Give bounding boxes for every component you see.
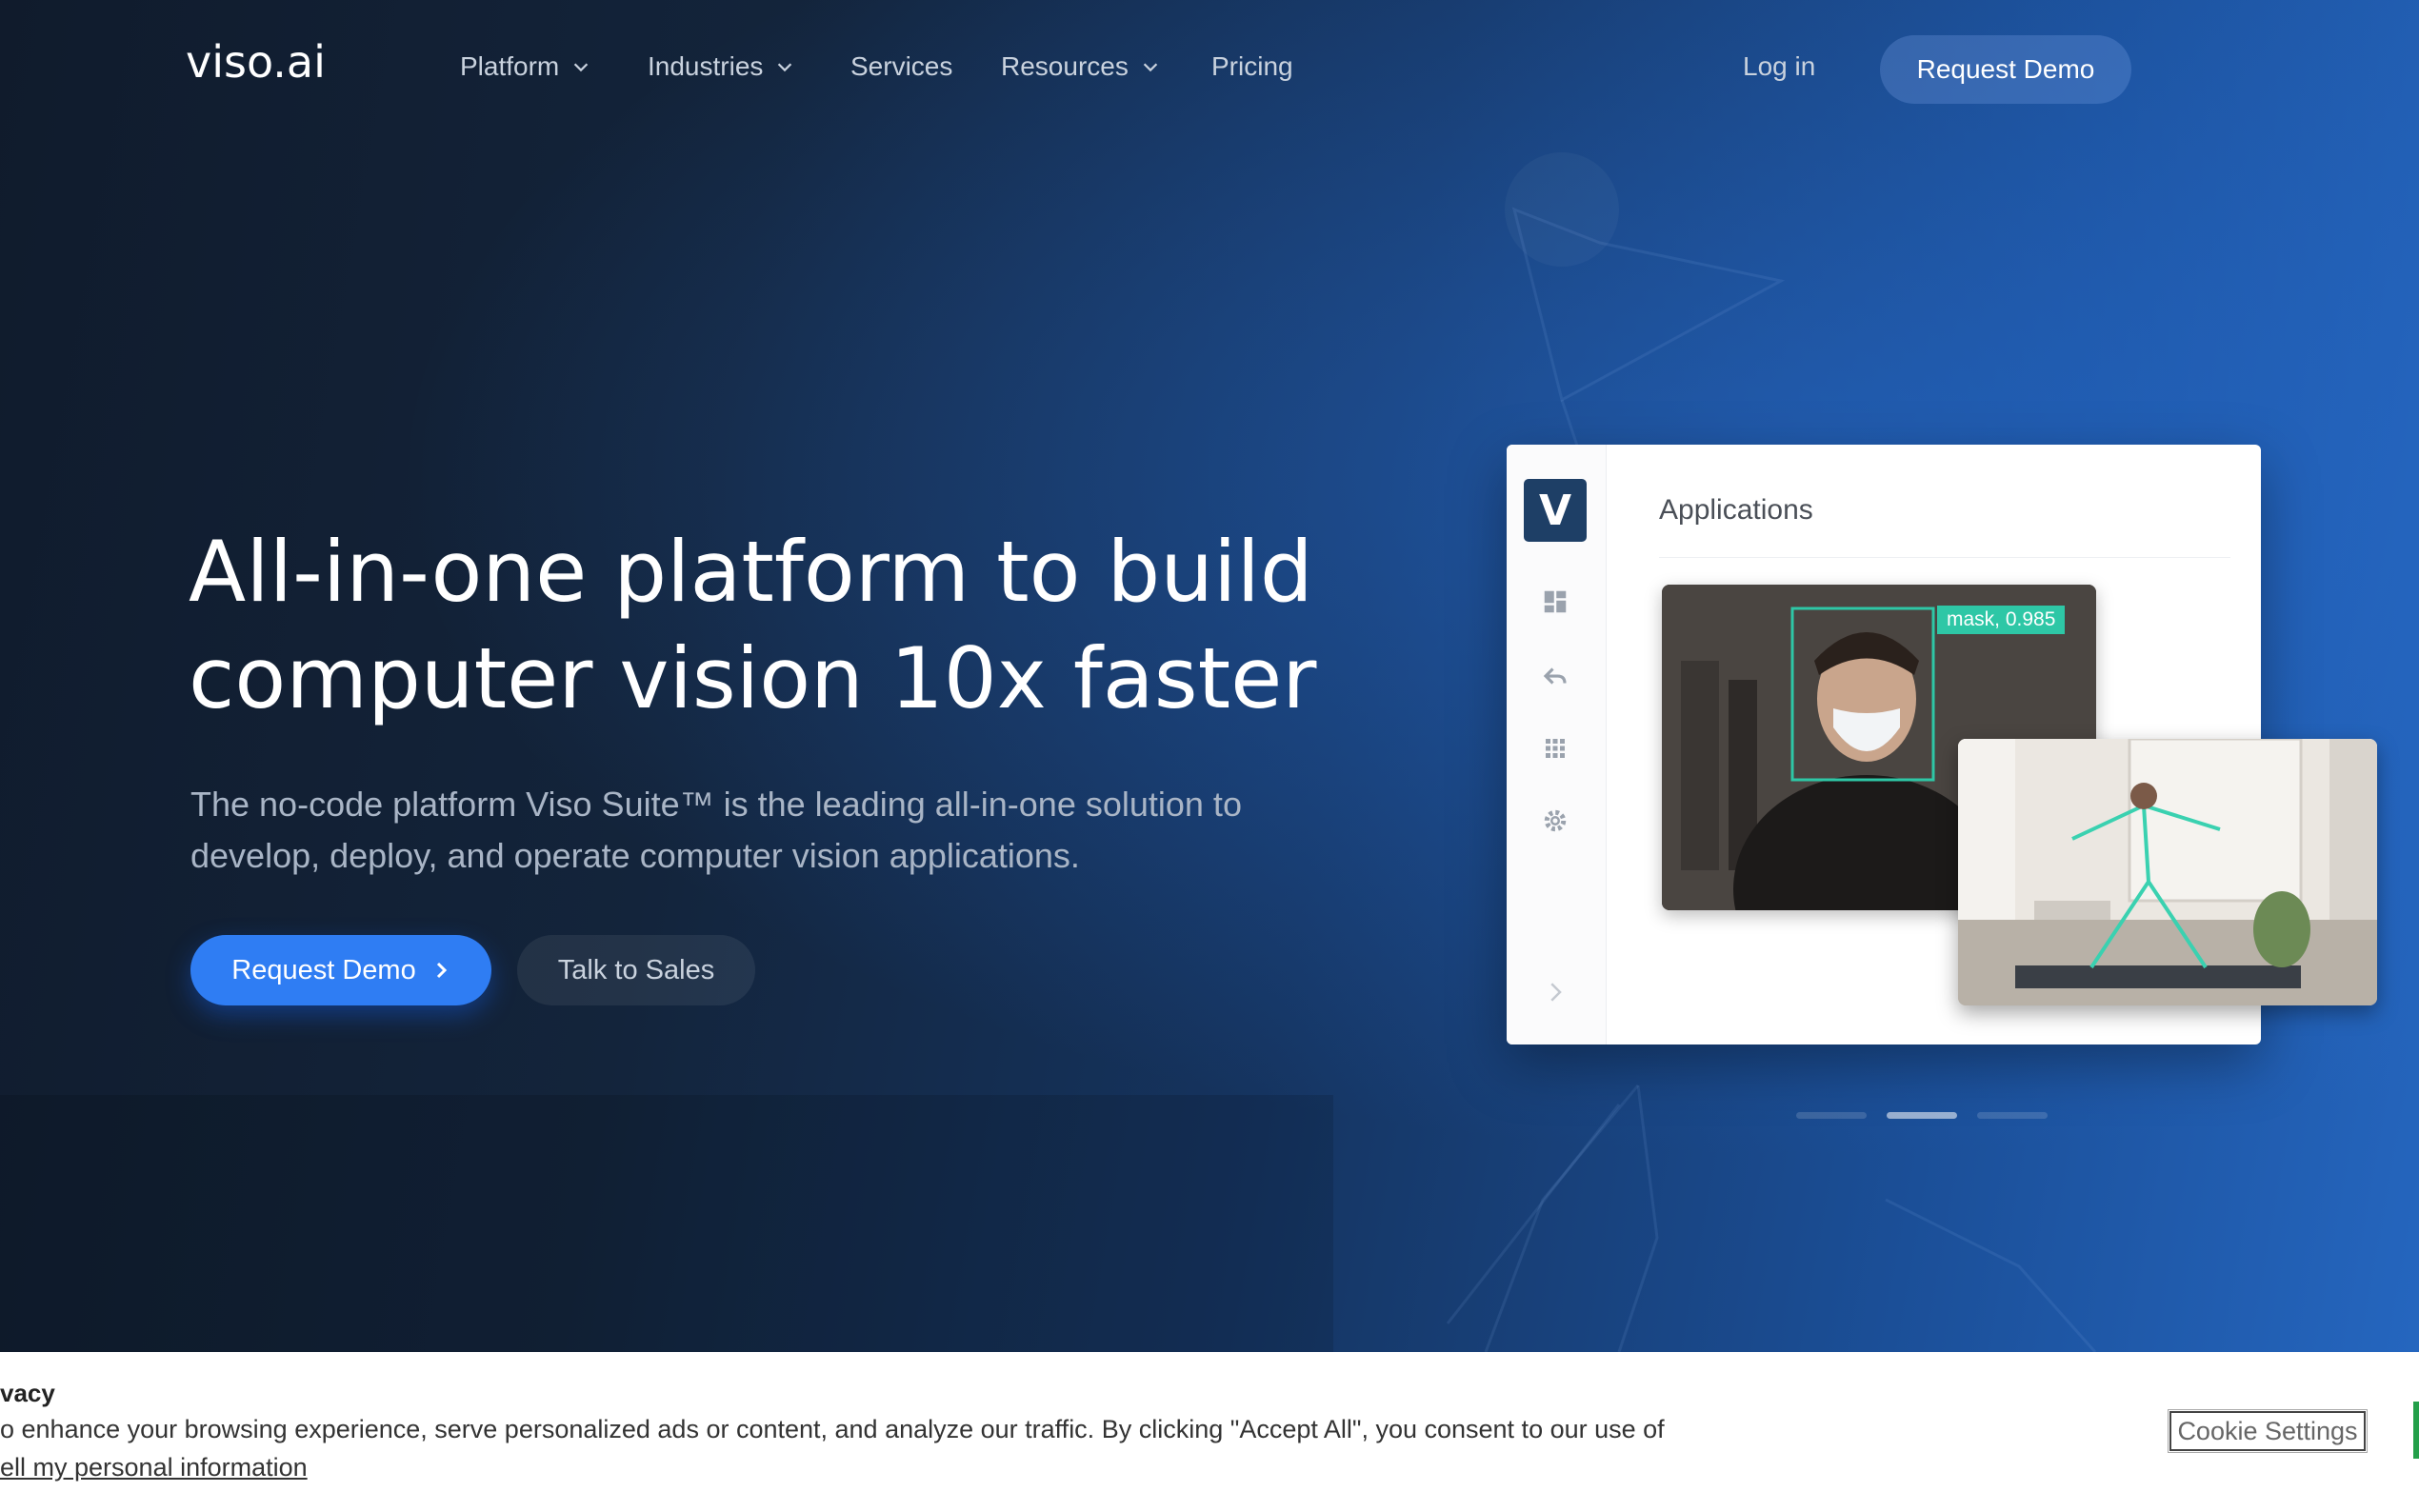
nav-pricing[interactable]: Pricing [1211, 51, 1293, 82]
headline-line-1: All-in-one platform to build [189, 523, 1313, 621]
carousel-dot-2-active[interactable] [1887, 1112, 1957, 1119]
mockup-title: Applications [1659, 494, 1813, 526]
nav-services-label: Services [850, 51, 953, 81]
nav-pricing-label: Pricing [1211, 51, 1293, 81]
chevron-right-icon [436, 962, 447, 979]
nav-platform[interactable]: Platform [460, 51, 591, 82]
apps-grid-icon [1546, 739, 1565, 758]
cookie-settings-button[interactable]: Cookie Settings [2168, 1409, 2368, 1453]
cookie-banner-title: vacy [0, 1379, 55, 1407]
nav-services[interactable]: Services [850, 51, 952, 82]
nav-resources[interactable]: Resources [1001, 51, 1161, 82]
pose-estimation-image [1958, 739, 2377, 1005]
hero-headline: All-in-one platform to build computer vi… [189, 519, 1465, 732]
nav-request-demo-button[interactable]: Request Demo [1880, 35, 2131, 104]
mockup-sidebar: V [1507, 445, 1607, 1044]
chevron-down-icon [1143, 63, 1158, 72]
carousel-dot-1[interactable] [1796, 1112, 1867, 1119]
headline-line-2: computer vision 10x faster [189, 629, 1317, 727]
cookie-banner-text: o enhance your browsing experience, serv… [0, 1415, 1665, 1443]
chevron-down-icon [574, 63, 589, 72]
site-logo[interactable]: viso.ai [186, 36, 326, 88]
back-arrow-icon [1543, 667, 1567, 685]
settings-gear-icon [1544, 809, 1567, 832]
dashboard-icon [1544, 590, 1567, 613]
chevron-down-icon [778, 63, 792, 72]
nav-industries[interactable]: Industries [648, 51, 795, 82]
accept-all-button-edge[interactable] [2413, 1402, 2419, 1459]
hero-subtext: The no-code platform Viso Suite™ is the … [190, 785, 1242, 875]
talk-to-sales-button[interactable]: Talk to Sales [517, 935, 755, 1005]
cookie-banner: vacy o enhance your browsing experience,… [0, 1352, 2419, 1512]
nav-industries-label: Industries [648, 51, 764, 81]
hero-request-demo-button[interactable]: Request Demo [190, 935, 491, 1005]
nav-platform-label: Platform [460, 51, 560, 81]
do-not-sell-link[interactable]: ell my personal information [0, 1453, 308, 1482]
viso-app-logo: V [1524, 479, 1587, 542]
carousel-dot-3[interactable] [1977, 1112, 2048, 1119]
hero-request-demo-label: Request Demo [231, 954, 416, 985]
mockup-divider [1659, 557, 2230, 558]
chevron-right-icon [1550, 983, 1562, 1002]
hero-section: viso.ai Platform Industries Services Res… [0, 0, 2419, 1352]
yoga-pose-illustration [1958, 739, 2377, 1005]
detection-label: mask, 0.985 [1937, 606, 2066, 634]
nav-resources-label: Resources [1001, 51, 1129, 81]
login-link[interactable]: Log in [1743, 51, 1815, 82]
